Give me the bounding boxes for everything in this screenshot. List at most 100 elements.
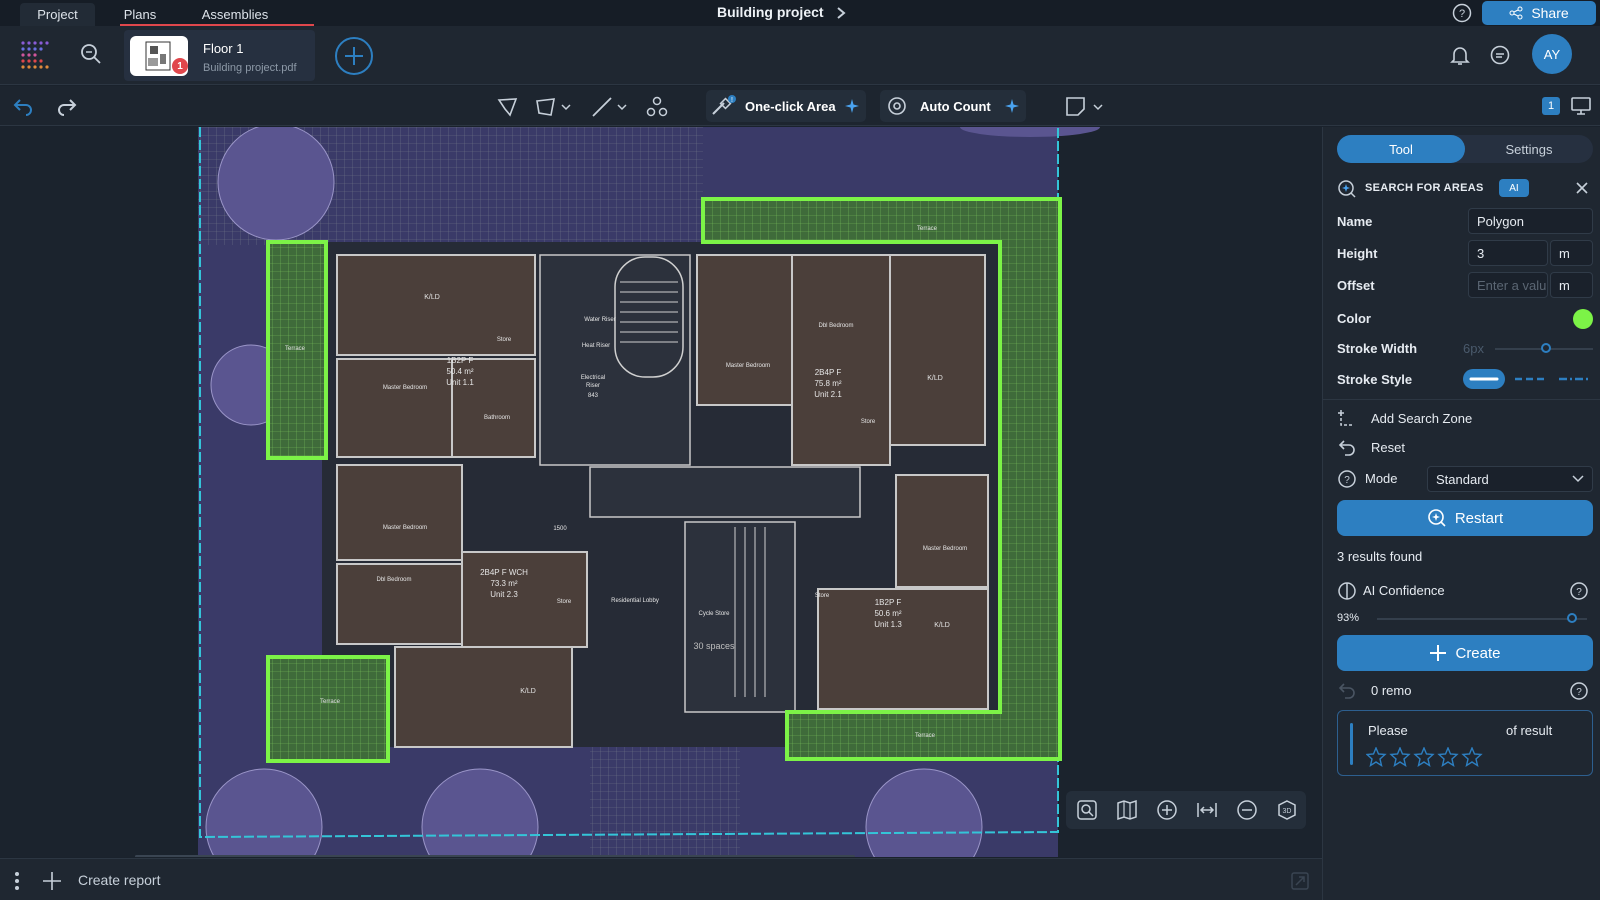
svg-text:Store: Store xyxy=(861,419,876,425)
redo-icon[interactable] xyxy=(56,96,78,116)
svg-text:K/LD: K/LD xyxy=(520,688,536,695)
unit-1-1-area: 50.4 m² xyxy=(446,367,473,376)
search-plans-icon[interactable] xyxy=(80,43,102,65)
one-click-area-button[interactable]: ! One-click Area xyxy=(706,90,866,122)
svg-text:Residential Lobby: Residential Lobby xyxy=(611,598,659,604)
svg-text:Dbl Bedroom: Dbl Bedroom xyxy=(376,577,411,583)
close-icon[interactable] xyxy=(1575,181,1589,195)
help-icon[interactable]: ? xyxy=(1452,3,1472,23)
floor-card[interactable]: 1 Floor 1 Building project.pdf xyxy=(124,30,315,81)
mode-select[interactable]: Standard xyxy=(1427,466,1593,492)
more-vertical-icon[interactable] xyxy=(14,871,20,891)
svg-text:2B4P F WCH: 2B4P F WCH xyxy=(480,568,528,577)
add-search-zone-button[interactable]: Add Search Zone xyxy=(1371,411,1472,426)
chat-icon[interactable] xyxy=(1489,44,1511,66)
plan-canvas[interactable]: K/LD 1B2P F 50.4 m² Unit 1.1 Master Bedr… xyxy=(0,127,1322,857)
svg-text:1500: 1500 xyxy=(553,526,567,532)
svg-text:1B2P F: 1B2P F xyxy=(875,598,902,607)
restart-button[interactable]: Restart xyxy=(1337,500,1593,536)
svg-text:!: ! xyxy=(731,97,733,104)
map-icon[interactable] xyxy=(1116,799,1138,821)
stroke-style-solid[interactable] xyxy=(1463,369,1505,389)
svg-text:?: ? xyxy=(1576,687,1582,698)
expand-icon[interactable] xyxy=(1290,871,1310,891)
auto-count-button[interactable]: Auto Count xyxy=(880,90,1026,122)
monitor-icon[interactable] xyxy=(1570,95,1592,117)
share-button[interactable]: Share xyxy=(1482,1,1596,25)
stroke-width-handle[interactable] xyxy=(1541,343,1551,353)
height-unit[interactable]: m xyxy=(1550,240,1593,266)
create-report-button[interactable]: Create report xyxy=(78,872,160,888)
undo-icon[interactable] xyxy=(12,96,34,116)
area-tool-icon[interactable] xyxy=(534,95,574,119)
svg-text:Heat Riser: Heat Riser xyxy=(582,343,610,349)
apps-grid-icon[interactable] xyxy=(20,40,50,70)
confidence-value: 93% xyxy=(1337,612,1360,624)
rating-prompt-end: of result xyxy=(1506,723,1553,738)
zoom-out-icon[interactable] xyxy=(1236,799,1258,821)
svg-text:Unit 2.3: Unit 2.3 xyxy=(490,590,518,599)
svg-text:Cycle Store: Cycle Store xyxy=(698,611,730,617)
svg-text:Master Bedroom: Master Bedroom xyxy=(923,546,967,552)
unit-1-1-label: 1B2P F xyxy=(447,356,474,365)
header: 1 Floor 1 Building project.pdf AY xyxy=(0,26,1600,85)
polygon-tool-icon[interactable] xyxy=(496,95,520,119)
chevron-down-icon xyxy=(1572,475,1584,483)
name-field[interactable]: Polygon xyxy=(1468,208,1593,234)
svg-text:Unit 1.3: Unit 1.3 xyxy=(874,620,902,629)
confidence-slider[interactable] xyxy=(1377,618,1587,620)
fit-width-icon[interactable] xyxy=(1196,799,1218,821)
offset-unit[interactable]: m xyxy=(1550,272,1593,298)
auto-count-label: Auto Count xyxy=(920,99,991,114)
stroke-style-label: Stroke Style xyxy=(1337,372,1413,387)
stroke-style-dashdot[interactable] xyxy=(1557,369,1591,389)
chevron-right-icon[interactable] xyxy=(834,5,848,21)
confidence-label: AI Confidence xyxy=(1363,583,1445,598)
3d-view-icon[interactable]: 3D xyxy=(1276,799,1298,821)
svg-text:?: ? xyxy=(1344,475,1350,486)
removed-help-icon[interactable]: ? xyxy=(1569,681,1589,701)
stroke-width-label: Stroke Width xyxy=(1337,341,1418,356)
plus-icon[interactable] xyxy=(42,871,62,891)
stroke-style-dashed[interactable] xyxy=(1513,369,1547,389)
svg-text:K/LD: K/LD xyxy=(927,375,943,382)
mode-help-icon[interactable]: ? xyxy=(1337,469,1357,489)
sticky-note-icon[interactable] xyxy=(1064,95,1110,119)
svg-text:73.3 m²: 73.3 m² xyxy=(490,579,517,588)
zoom-area-icon[interactable] xyxy=(1076,799,1098,821)
height-field[interactable]: 3 xyxy=(1468,240,1548,266)
zoom-in-icon[interactable] xyxy=(1156,799,1178,821)
tab-settings[interactable]: Settings xyxy=(1465,135,1593,163)
offset-field[interactable]: Enter a valu xyxy=(1468,272,1548,298)
sparkle-icon xyxy=(844,98,860,114)
svg-text:50.6 m²: 50.6 m² xyxy=(874,609,901,618)
svg-text:2B4P F: 2B4P F xyxy=(815,368,842,377)
project-title[interactable]: Building project xyxy=(717,4,824,20)
tab-tool[interactable]: Tool xyxy=(1337,135,1465,163)
reset-button[interactable]: Reset xyxy=(1371,440,1405,455)
tab-project[interactable]: Project xyxy=(20,3,95,26)
page-badge[interactable]: 1 xyxy=(1542,97,1560,115)
horizontal-scrollbar[interactable] xyxy=(135,855,855,857)
floor-name: Floor 1 xyxy=(203,41,244,56)
rating-stars[interactable] xyxy=(1366,747,1486,767)
svg-text:Store: Store xyxy=(815,593,830,599)
tab-plans[interactable]: Plans xyxy=(120,3,160,26)
sparkle-icon xyxy=(1004,98,1020,114)
tab-assemblies[interactable]: Assemblies xyxy=(196,3,274,26)
stroke-width-value: 6px xyxy=(1463,341,1484,356)
notifications-bell-icon[interactable] xyxy=(1449,44,1471,66)
color-swatch[interactable] xyxy=(1573,309,1593,329)
color-label: Color xyxy=(1337,311,1371,326)
count-tool-icon[interactable] xyxy=(645,95,669,119)
user-avatar[interactable]: AY xyxy=(1532,34,1572,74)
svg-text:Bathroom: Bathroom xyxy=(484,415,510,421)
confidence-icon xyxy=(1337,581,1357,601)
confidence-handle[interactable] xyxy=(1567,613,1578,623)
create-button[interactable]: Create xyxy=(1337,635,1593,671)
add-floor-button[interactable] xyxy=(334,36,374,76)
add-zone-icon xyxy=(1337,409,1357,429)
confidence-help-icon[interactable]: ? xyxy=(1569,581,1589,601)
line-tool-icon[interactable] xyxy=(590,95,630,119)
svg-text:Unit 2.1: Unit 2.1 xyxy=(814,390,842,399)
